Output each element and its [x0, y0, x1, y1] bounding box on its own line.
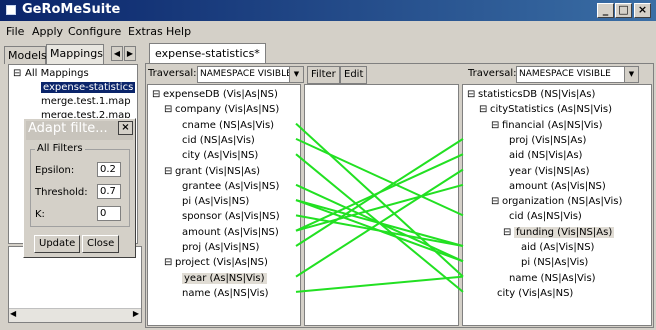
scroll-left-icon[interactable]: ◀ — [10, 309, 16, 318]
tree-item-expense-statistics[interactable]: expense-statistics — [41, 82, 136, 93]
right-traversal-label: Traversal: — [468, 68, 517, 79]
menu-help[interactable]: Help — [166, 25, 191, 38]
minimize-button[interactable]: _ — [597, 3, 614, 18]
epsilon-input[interactable]: 0.2 — [97, 162, 121, 177]
menu-file[interactable]: File — [6, 25, 24, 38]
target-tree-node[interactable]: pi (NS|As|Vis) — [521, 257, 588, 268]
maximize-button[interactable]: □ — [615, 3, 632, 18]
tree-collapse-icon[interactable]: ⊟ — [13, 68, 21, 79]
target-tree-node[interactable]: proj (Vis|NS|As) — [509, 135, 586, 146]
right-traversal-dropdown-icon[interactable]: ▼ — [624, 67, 638, 82]
source-tree-node[interactable]: name (As|NS|Vis) — [182, 288, 269, 299]
dialog-close-icon[interactable]: × — [118, 121, 133, 135]
source-tree-node[interactable]: company (Vis|As|NS) — [175, 104, 279, 115]
target-tree-node[interactable]: organization (NS|As|Vis) — [502, 196, 622, 207]
tab-scroll-right-icon[interactable]: ▶ — [124, 46, 136, 61]
threshold-label: Threshold: — [35, 187, 88, 198]
update-button[interactable]: Update — [34, 235, 81, 253]
dialog-title-bar[interactable]: Adapt filte... — [26, 121, 133, 140]
target-schema-tree: ⊟ statisticsDB (NS|Vis|As) ⊟ cityStatistics… — [462, 84, 652, 326]
group-label: All Filters — [35, 143, 85, 154]
threshold-input[interactable]: 0.7 — [97, 184, 121, 199]
target-tree-node[interactable]: aid (As|Vis|NS) — [521, 242, 594, 253]
target-tree-node[interactable]: city (Vis|As|NS) — [497, 288, 573, 299]
left-traversal-label: Traversal: — [148, 68, 197, 79]
target-tree-node[interactable]: cid (As|NS|Vis) — [509, 211, 582, 222]
k-input[interactable]: 0 — [97, 206, 121, 221]
dialog-title: Adapt filte... — [28, 121, 108, 136]
target-tree-node[interactable]: statisticsDB (NS|Vis|As) — [478, 89, 595, 100]
right-traversal-value: NAMESPACE VISIBLE — [519, 69, 611, 79]
target-tree-node[interactable]: funding (Vis|NS|As) — [514, 226, 615, 238]
source-tree-node[interactable]: cname (NS|As|Vis) — [182, 120, 274, 131]
title-bar: GeRoMeSuite _ □ × — [0, 0, 656, 21]
left-traversal-select[interactable]: NAMESPACE VISIBLE — [197, 66, 304, 83]
adapt-filter-dialog: Adapt filte... × All Filters Epsilon: 0.… — [23, 118, 136, 258]
source-tree-node[interactable]: amount (As|Vis|NS) — [182, 227, 279, 238]
source-tree-toggle-icon[interactable]: ⊟ — [152, 89, 160, 100]
horizontal-scrollbar[interactable]: ◀ ▶ — [9, 308, 141, 322]
all-filters-group: All Filters Epsilon: 0.2 Threshold: 0.7 … — [30, 143, 130, 227]
tab-scroll-left-icon[interactable]: ◀ — [111, 46, 123, 61]
menu-configure[interactable]: Configure — [68, 25, 121, 38]
close-dialog-button[interactable]: Close — [82, 235, 120, 253]
tree-root-all-mappings[interactable]: All Mappings — [25, 68, 89, 79]
target-tree-toggle-icon[interactable]: ⊟ — [467, 89, 475, 100]
window-title: GeRoMeSuite — [22, 2, 121, 17]
source-tree-node[interactable]: pi (As|Vis|NS) — [182, 196, 249, 207]
filter-button[interactable]: Filter — [307, 66, 340, 84]
tab-mappings[interactable]: Mappings — [46, 44, 104, 64]
left-traversal-value: NAMESPACE VISIBLE — [200, 69, 292, 79]
scroll-right-icon[interactable]: ▶ — [133, 309, 139, 318]
tree-item-merge-test-1[interactable]: merge.test.1.map — [41, 96, 131, 107]
target-tree-node[interactable]: aid (NS|Vis|As) — [509, 150, 582, 161]
edit-button[interactable]: Edit — [340, 66, 368, 84]
menu-apply[interactable]: Apply — [32, 25, 63, 38]
target-tree-node[interactable]: cityStatistics (As|NS|Vis) — [490, 104, 612, 115]
source-tree-node[interactable]: proj (As|Vis|NS) — [182, 242, 259, 253]
tab-expense-statistics[interactable]: expense-statistics* — [149, 43, 266, 63]
close-button[interactable]: × — [634, 3, 651, 18]
target-tree-node[interactable]: year (Vis|NS|As) — [509, 166, 590, 177]
target-tree-toggle-icon[interactable]: ⊟ — [503, 227, 511, 238]
app-icon — [6, 5, 16, 15]
source-tree-toggle-icon[interactable]: ⊟ — [164, 257, 172, 268]
left-traversal-dropdown-icon[interactable]: ▼ — [289, 67, 303, 82]
mapping-lines-panel — [304, 84, 459, 326]
source-tree-node[interactable]: sponsor (As|Vis|NS) — [182, 211, 280, 222]
target-tree-toggle-icon[interactable]: ⊟ — [491, 196, 499, 207]
source-tree-node[interactable]: city (As|Vis|NS) — [182, 150, 258, 161]
target-tree-node[interactable]: name (NS|As|Vis) — [509, 273, 596, 284]
source-tree-node[interactable]: grant (Vis|NS|As) — [175, 166, 260, 177]
menu-bar: File Apply Configure Extras Help — [0, 22, 656, 40]
source-tree-toggle-icon[interactable]: ⊟ — [164, 104, 172, 115]
target-tree-node[interactable]: amount (As|Vis|NS) — [509, 181, 606, 192]
source-tree-toggle-icon[interactable]: ⊟ — [164, 166, 172, 177]
source-tree-node[interactable]: expenseDB (Vis|As|NS) — [163, 89, 278, 100]
epsilon-label: Epsilon: — [35, 165, 75, 176]
source-tree-node[interactable]: year (As|NS|Vis) — [182, 272, 267, 284]
source-tree-node[interactable]: cid (NS|As|Vis) — [182, 135, 255, 146]
source-schema-tree: ⊟ expenseDB (Vis|As|NS) ⊟ company (Vis|As|N… — [147, 84, 301, 326]
tab-models[interactable]: Models — [4, 46, 47, 64]
source-tree-node[interactable]: grantee (As|Vis|NS) — [182, 181, 279, 192]
target-tree-toggle-icon[interactable]: ⊟ — [491, 120, 499, 131]
editor-area: expense-statistics* Traversal: NAMESPACE… — [145, 42, 656, 330]
target-tree-node[interactable]: financial (As|NS|Vis) — [502, 120, 603, 131]
source-tree-node[interactable]: project (Vis|As|NS) — [175, 257, 268, 268]
mapping-editor-panel: Traversal: NAMESPACE VISIBLE ▼ Filter Ed… — [145, 63, 654, 328]
target-tree-toggle-icon[interactable]: ⊟ — [479, 104, 487, 115]
menu-extras[interactable]: Extras — [128, 25, 163, 38]
right-traversal-select[interactable]: NAMESPACE VISIBLE — [516, 66, 639, 83]
k-label: K: — [35, 209, 45, 220]
